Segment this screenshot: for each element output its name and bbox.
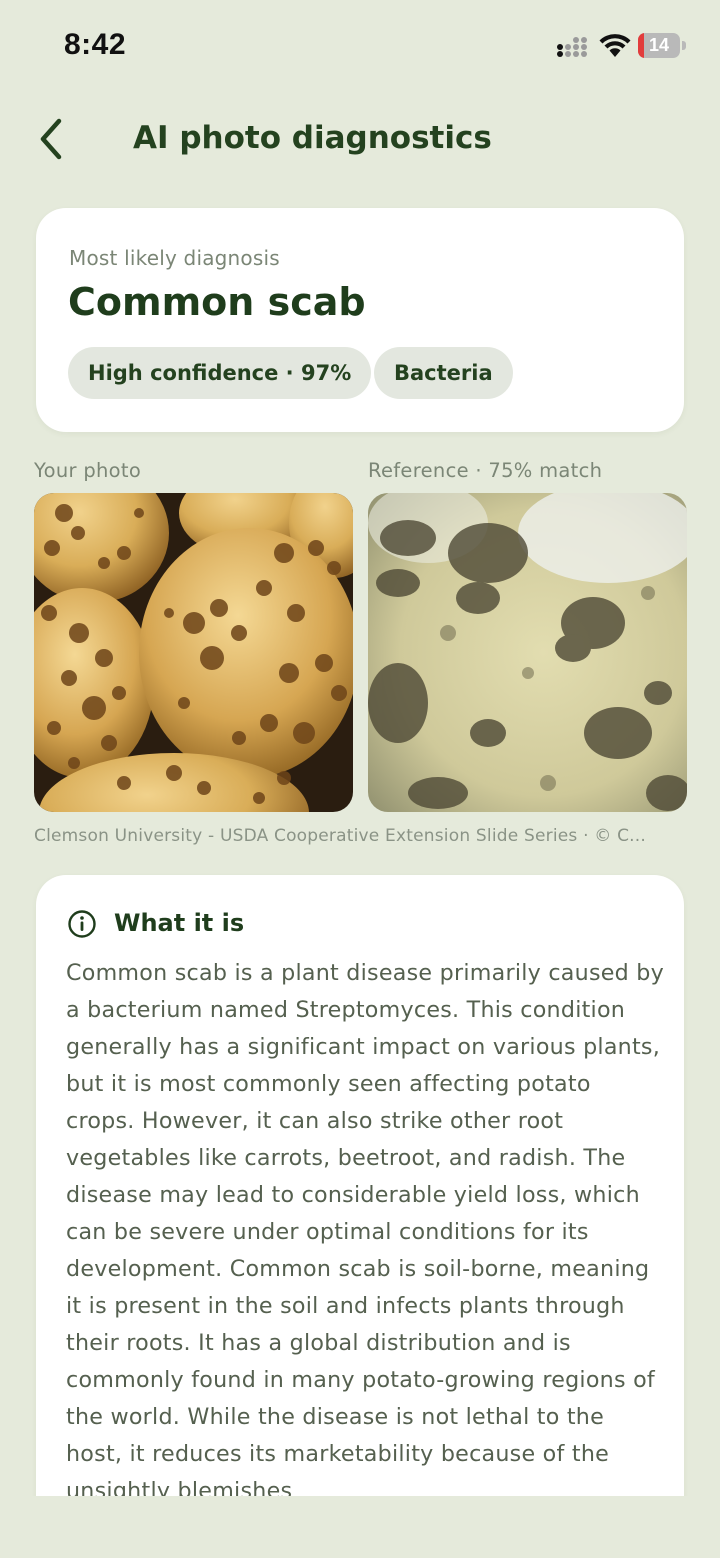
confidence-chip: High confidence · 97% (68, 347, 372, 399)
reference-photo[interactable] (368, 493, 687, 812)
signal-icon (557, 37, 587, 57)
back-button[interactable] (34, 116, 74, 162)
your-photo-label: Your photo (34, 459, 142, 482)
status-bar: 8:42 14 (0, 0, 720, 92)
battery-body: 14 (638, 33, 680, 58)
wifi-icon (599, 34, 631, 57)
bottom-safe-area (0, 1496, 720, 1558)
info-icon (68, 910, 96, 938)
your-photo[interactable] (34, 493, 353, 812)
page-title: AI photo diagnostics (133, 120, 492, 156)
reference-scab-image (368, 493, 687, 812)
reference-photo-label: Reference · 75% match (368, 459, 603, 482)
battery-level: 14 (648, 35, 670, 55)
chevron-left-icon (40, 118, 62, 160)
diagnosis-name: Common scab (68, 280, 366, 324)
description-card: What it is Common scab is a plant diseas… (36, 875, 684, 1558)
diagnosis-card: Most likely diagnosis Common scab High c… (36, 208, 684, 432)
diagnosis-label: Most likely diagnosis (69, 246, 280, 270)
description-heading: What it is (114, 909, 245, 937)
status-time: 8:42 (64, 28, 127, 61)
battery-cap (682, 41, 686, 50)
photo-credit: Clemson University - USDA Cooperative Ex… (34, 826, 646, 846)
pathogen-type-chip: Bacteria (374, 347, 513, 399)
battery-icon: 14 (638, 33, 686, 58)
potato-photo-image (34, 493, 353, 812)
app-screen: 8:42 14 AI photo diagnostics Most likely… (0, 0, 720, 1558)
description-body: Common scab is a plant disease primarily… (66, 960, 665, 1504)
